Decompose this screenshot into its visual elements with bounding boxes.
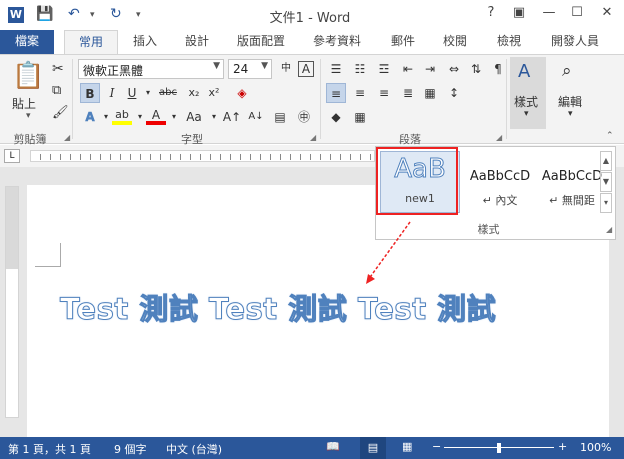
zoom-level[interactable]: 100%	[580, 441, 611, 454]
zoom-in-icon[interactable]: +	[558, 440, 567, 453]
word-count[interactable]: 9 個字	[114, 441, 147, 457]
zoom-out-icon[interactable]: −	[432, 440, 441, 453]
page-count[interactable]: 第 1 頁，共 1 頁	[8, 441, 91, 457]
language[interactable]: 中文 (台灣)	[166, 441, 222, 457]
zoom-slider-thumb[interactable]	[497, 443, 501, 453]
read-mode-icon[interactable]: 📖	[326, 440, 340, 453]
callout-arrow	[366, 221, 411, 284]
status-bar: 第 1 頁，共 1 頁 9 個字 中文 (台灣) 📖 ▤ ▦ − + 100%	[0, 437, 624, 459]
web-layout-icon[interactable]: ▦	[402, 440, 412, 453]
print-layout-icon[interactable]: ▤	[360, 437, 386, 459]
